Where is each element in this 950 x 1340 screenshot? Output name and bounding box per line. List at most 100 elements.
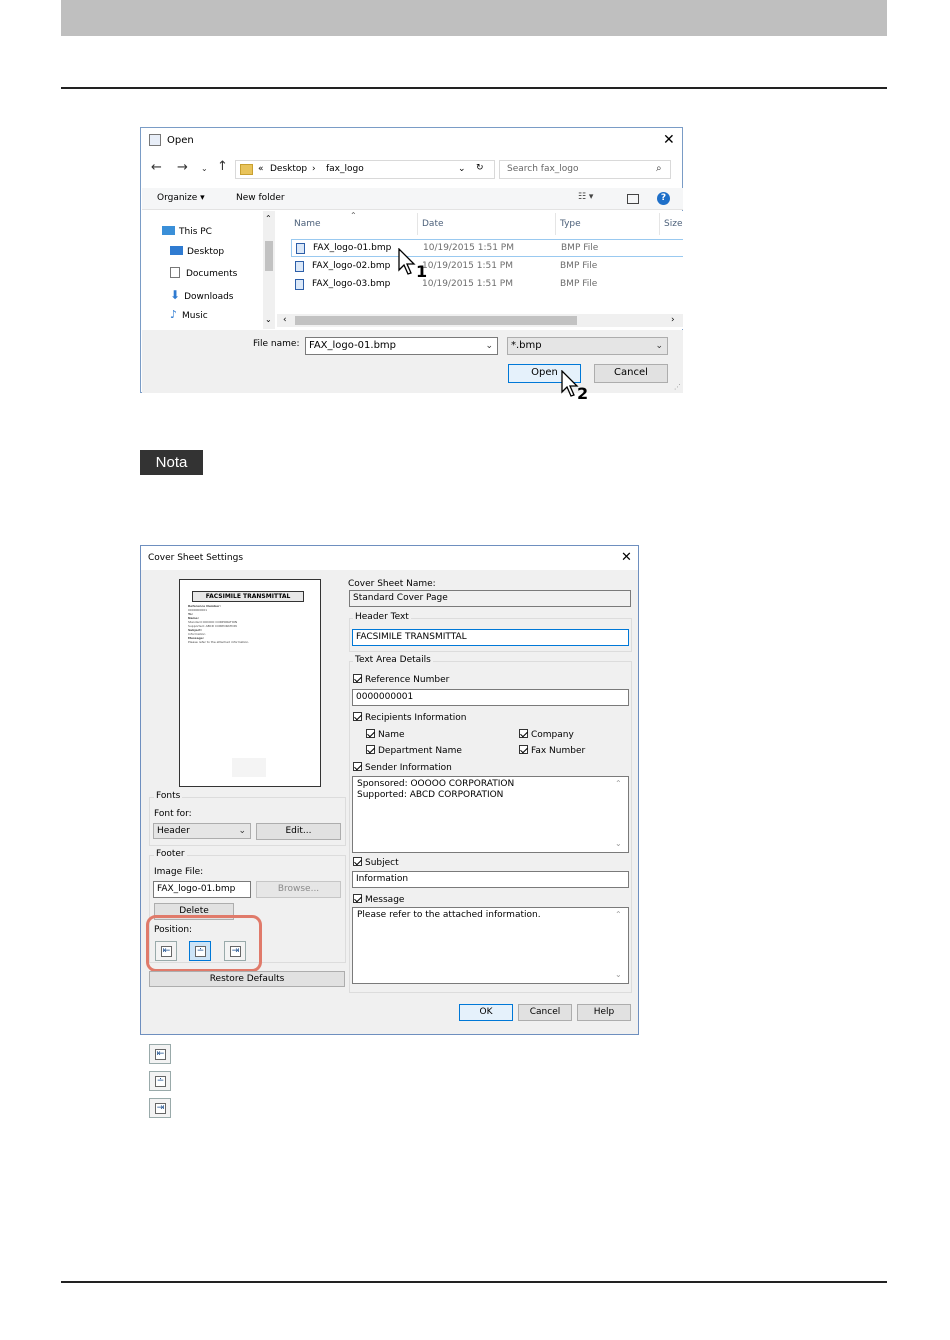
desktop-icon xyxy=(170,246,183,255)
file-type: BMP File xyxy=(561,243,599,253)
reference-number-input[interactable]: 0000000001 xyxy=(352,689,629,706)
preview-pane-icon[interactable] xyxy=(627,194,639,204)
page-header-bar xyxy=(61,0,887,36)
edit-button[interactable]: Edit... xyxy=(256,823,341,840)
music-icon: ♪ xyxy=(170,308,178,321)
sender-information-textarea[interactable]: Sponsored: OOOOO CORPORATION Supported: … xyxy=(352,776,629,853)
checkbox-checked-icon[interactable] xyxy=(366,729,375,738)
font-for-value: Header xyxy=(157,826,190,836)
column-size[interactable]: Size xyxy=(664,219,682,229)
column-date[interactable]: Date xyxy=(422,219,444,229)
recipient-company-checkbox[interactable]: Company xyxy=(519,729,574,740)
file-name: FAX_logo-02.bmp xyxy=(312,261,391,271)
resize-grip-icon[interactable]: ⋰ xyxy=(674,383,681,391)
recipient-department-checkbox[interactable]: Department Name xyxy=(366,745,462,756)
image-file-label: Image File: xyxy=(154,867,204,877)
recipient-name-checkbox[interactable]: Name xyxy=(366,729,405,740)
file-date: 10/19/2015 1:51 PM xyxy=(423,243,514,253)
nav-scroll-thumb[interactable] xyxy=(265,241,273,271)
path-desktop[interactable]: Desktop xyxy=(270,164,307,174)
address-bar[interactable]: « Desktop › fax_logo ⌄ ↻ xyxy=(235,160,495,179)
chevron-down-icon[interactable]: ⌄ xyxy=(238,824,246,838)
checkbox-checked-icon[interactable] xyxy=(353,674,362,683)
recipients-information-checkbox[interactable]: Recipients Information xyxy=(353,712,466,723)
column-type[interactable]: Type xyxy=(560,219,581,229)
up-arrow-icon[interactable]: ↑ xyxy=(217,159,228,174)
fonts-group-title: Fonts xyxy=(154,791,183,801)
file-name-input[interactable]: FAX_logo-01.bmp ⌄ xyxy=(305,337,498,355)
table-row[interactable]: FAX_logo-01.bmp 10/19/2015 1:51 PM BMP F… xyxy=(291,239,683,257)
ok-button[interactable]: OK xyxy=(459,1004,513,1021)
refresh-icon[interactable]: ↻ xyxy=(476,163,484,173)
search-box[interactable]: Search fax_logo ⌕ xyxy=(499,160,671,179)
file-date: 10/19/2015 1:51 PM xyxy=(422,261,513,271)
image-file-input[interactable]: FAX_logo-01.bmp xyxy=(153,881,251,898)
reference-number-checkbox[interactable]: Reference Number xyxy=(353,674,449,685)
checkbox-checked-icon[interactable] xyxy=(353,712,362,721)
search-input[interactable]: Search fax_logo xyxy=(507,164,579,174)
scroll-down-icon[interactable]: ⌄ xyxy=(265,315,272,324)
path-root[interactable]: « xyxy=(258,164,264,174)
cancel-button[interactable]: Cancel xyxy=(594,364,668,383)
file-list-scrollbar[interactable]: ‹ › xyxy=(277,314,683,327)
checkbox-checked-icon[interactable] xyxy=(519,745,528,754)
view-options-icon[interactable]: ☷ ▾ xyxy=(578,192,593,202)
toolbar: Organize ▾ New folder ☷ ▾ ? xyxy=(142,188,683,210)
search-icon[interactable]: ⌕ xyxy=(656,163,662,174)
header-text-input[interactable]: FACSIMILE TRANSMITTAL xyxy=(352,629,629,646)
message-checkbox[interactable]: Message xyxy=(353,894,404,905)
subject-input[interactable]: Information xyxy=(352,871,629,888)
restore-defaults-button[interactable]: Restore Defaults xyxy=(149,971,345,987)
chevron-down-icon[interactable]: ⌄ xyxy=(485,338,493,354)
forward-arrow-icon[interactable]: → xyxy=(177,160,188,175)
help-button[interactable]: Help xyxy=(577,1004,631,1021)
column-name[interactable]: Name xyxy=(294,219,321,229)
checkbox-checked-icon[interactable] xyxy=(366,745,375,754)
path-fax-logo[interactable]: fax_logo xyxy=(326,164,364,174)
scroll-up-icon[interactable]: ⌃ xyxy=(265,214,272,223)
organize-button[interactable]: Organize ▾ xyxy=(157,193,205,203)
nav-item-music[interactable]: ♪ Music xyxy=(170,308,208,321)
scroll-right-icon[interactable]: › xyxy=(671,315,675,325)
cancel-button[interactable]: Cancel xyxy=(518,1004,572,1021)
scroll-down-icon[interactable]: ⌄ xyxy=(615,970,622,979)
table-row[interactable]: FAX_logo-02.bmp 10/19/2015 1:51 PM BMP F… xyxy=(291,258,683,276)
file-type-select[interactable]: *.bmp ⌄ xyxy=(507,337,668,355)
nav-item-documents[interactable]: Documents xyxy=(170,267,237,279)
recent-chevron-icon[interactable]: ⌄ xyxy=(201,164,208,173)
cover-sheet-name-input[interactable]: Standard Cover Page xyxy=(349,590,631,607)
checkbox-checked-icon[interactable] xyxy=(353,894,362,903)
checkbox-checked-icon[interactable] xyxy=(353,857,362,866)
recipient-fax-number-checkbox[interactable]: Fax Number xyxy=(519,745,585,756)
scroll-left-icon[interactable]: ‹ xyxy=(283,315,287,325)
message-textarea[interactable]: Please refer to the attached information… xyxy=(352,907,629,984)
chevron-down-icon[interactable]: ⌄ xyxy=(655,338,663,354)
close-icon[interactable]: ✕ xyxy=(663,132,675,148)
back-arrow-icon[interactable]: ← xyxy=(151,160,162,175)
new-folder-button[interactable]: New folder xyxy=(236,193,285,203)
subject-checkbox[interactable]: Subject xyxy=(353,857,399,868)
nav-item-downloads[interactable]: ⬇ Downloads xyxy=(170,288,234,302)
address-dropdown-icon[interactable]: ⌄ xyxy=(458,164,466,174)
nav-scrollbar[interactable]: ⌃ ⌄ xyxy=(263,211,275,329)
checkbox-checked-icon[interactable] xyxy=(353,762,362,771)
sender-information-checkbox[interactable]: Sender Information xyxy=(353,762,452,773)
step-number-1: 1 xyxy=(416,262,428,281)
scroll-up-icon[interactable]: ⌃ xyxy=(615,910,622,919)
browse-button[interactable]: Browse... xyxy=(256,881,341,898)
footer-group-title: Footer xyxy=(154,849,187,859)
help-icon[interactable]: ? xyxy=(657,192,670,205)
scroll-up-icon[interactable]: ⌃ xyxy=(615,779,622,788)
header-text-label: Header Text xyxy=(353,612,411,622)
nav-item-this-pc[interactable]: This PC xyxy=(162,226,212,237)
scroll-down-icon[interactable]: ⌄ xyxy=(615,839,622,848)
preview-body: Reference Number: 0000000001 To: Name: S… xyxy=(188,604,250,644)
close-icon[interactable]: ✕ xyxy=(621,550,632,565)
table-row[interactable]: FAX_logo-03.bmp 10/19/2015 1:51 PM BMP F… xyxy=(291,276,683,294)
open-dialog-footer: File name: FAX_logo-01.bmp ⌄ *.bmp ⌄ Ope… xyxy=(142,330,683,393)
file-list: ⌃ Name Date Type Size FAX_logo-01.bmp 10… xyxy=(277,211,683,329)
checkbox-checked-icon[interactable] xyxy=(519,729,528,738)
nav-item-desktop[interactable]: Desktop xyxy=(170,246,224,257)
font-for-select[interactable]: Header ⌄ xyxy=(153,823,251,839)
file-list-scroll-thumb[interactable] xyxy=(295,316,577,325)
